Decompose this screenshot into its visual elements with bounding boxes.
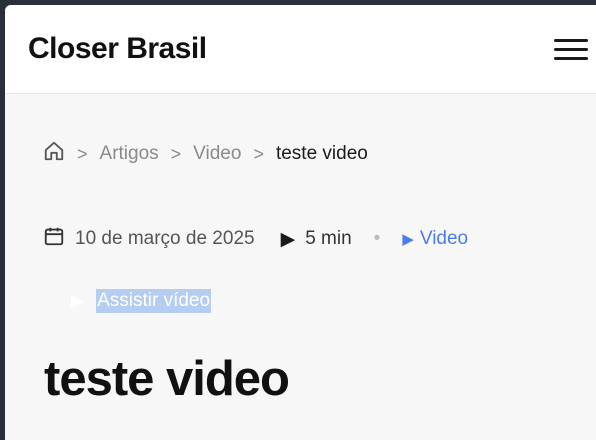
category-label: Video	[419, 228, 469, 249]
separator-dot: •	[373, 228, 381, 249]
chevron-right-icon: >	[253, 143, 264, 164]
play-icon: ▶	[71, 291, 85, 310]
breadcrumb-current: teste video	[275, 143, 368, 164]
watch-video-label: Assistir vídeo	[96, 289, 212, 313]
read-time: 5 min	[305, 228, 352, 249]
breadcrumb-item-video[interactable]: Video	[193, 143, 241, 165]
hamburger-menu-icon[interactable]	[554, 32, 588, 66]
play-icon: ▶	[280, 228, 296, 250]
category-link[interactable]: ▶ Video	[402, 228, 468, 250]
breadcrumb-item-artigos[interactable]: Artigos	[100, 143, 159, 165]
calendar-icon	[43, 225, 65, 253]
site-header: Closer Brasil	[5, 5, 596, 94]
article-meta: 10 de março de 2025 ▶ 5 min • ▶ Video	[43, 225, 468, 253]
watch-video-button[interactable]: ▶ Assistir vídeo	[71, 289, 212, 313]
home-icon[interactable]	[43, 140, 65, 168]
chevron-right-icon: >	[170, 143, 182, 164]
page-title: teste video	[44, 352, 290, 406]
brand-logo[interactable]: Closer Brasil	[28, 32, 207, 66]
browser-viewport: Closer Brasil > Artigos > Video > teste …	[5, 5, 596, 440]
play-icon: ▶	[402, 231, 414, 248]
chevron-right-icon: >	[77, 143, 88, 164]
breadcrumb: > Artigos > Video > teste video	[43, 140, 368, 168]
publish-date: 10 de março de 2025	[75, 228, 255, 249]
